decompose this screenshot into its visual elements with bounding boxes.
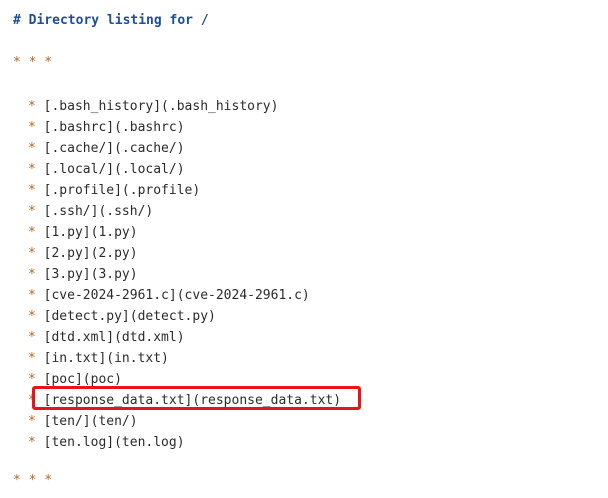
list-item[interactable]: * [cve-2024-2961.c](cve-2024-2961.c) [28,285,341,306]
file-link-profile[interactable]: [.profile](.profile) [44,183,201,198]
file-link-dtd-xml[interactable]: [dtd.xml](dtd.xml) [44,330,185,345]
list-item[interactable]: * [ten.log](ten.log) [28,432,341,453]
file-link-ten-log[interactable]: [ten.log](ten.log) [44,435,185,450]
highlight-box [32,386,361,410]
bullet: * [28,141,36,156]
bullet: * [28,204,36,219]
file-link-2-py[interactable]: [2.py](2.py) [44,246,138,261]
bullet: * [28,435,36,450]
folder-link-local[interactable]: [.local/](.local/) [44,162,185,177]
list-item[interactable]: * [.bash_history](.bash_history) [28,96,341,117]
list-item[interactable]: * [in.txt](in.txt) [28,348,341,369]
folder-link-ssh[interactable]: [.ssh/](.ssh/) [44,204,154,219]
file-link-poc[interactable]: [poc](poc) [44,372,122,387]
list-item[interactable]: * [.ssh/](.ssh/) [28,201,341,222]
bullet: * [28,99,36,114]
list-item[interactable]: * [.profile](.profile) [28,180,341,201]
file-link-cve-c[interactable]: [cve-2024-2961.c](cve-2024-2961.c) [44,288,310,303]
list-item[interactable]: * [1.py](1.py) [28,222,341,243]
bullet: * [28,309,36,324]
bullet: * [28,351,36,366]
horizontal-rule-bottom: * * * [13,473,53,488]
list-item[interactable]: * [dtd.xml](dtd.xml) [28,327,341,348]
file-link-in-txt[interactable]: [in.txt](in.txt) [44,351,169,366]
horizontal-rule-top: * * * [13,55,53,70]
bullet: * [28,120,36,135]
list-item[interactable]: * [detect.py](detect.py) [28,306,341,327]
page-heading: # Directory listing for / [13,13,209,28]
folder-link-ten[interactable]: [ten/](ten/) [44,414,138,429]
file-link-1-py[interactable]: [1.py](1.py) [44,225,138,240]
bullet: * [28,162,36,177]
file-link-bashrc[interactable]: [.bashrc](.bashrc) [44,120,185,135]
bullet: * [28,225,36,240]
bullet: * [28,246,36,261]
list-item[interactable]: * [.bashrc](.bashrc) [28,117,341,138]
list-item[interactable]: * [2.py](2.py) [28,243,341,264]
bullet: * [28,267,36,282]
list-item[interactable]: * [3.py](3.py) [28,264,341,285]
bullet: * [28,288,36,303]
bullet: * [28,330,36,345]
file-link-bash-history[interactable]: [.bash_history](.bash_history) [44,99,279,114]
file-link-detect-py[interactable]: [detect.py](detect.py) [44,309,216,324]
bullet: * [28,372,36,387]
file-link-3-py[interactable]: [3.py](3.py) [44,267,138,282]
list-item[interactable]: * [.cache/](.cache/) [28,138,341,159]
bullet: * [28,183,36,198]
bullet: * [28,414,36,429]
list-item[interactable]: * [ten/](ten/) [28,411,341,432]
folder-link-cache[interactable]: [.cache/](.cache/) [44,141,185,156]
list-item[interactable]: * [.local/](.local/) [28,159,341,180]
